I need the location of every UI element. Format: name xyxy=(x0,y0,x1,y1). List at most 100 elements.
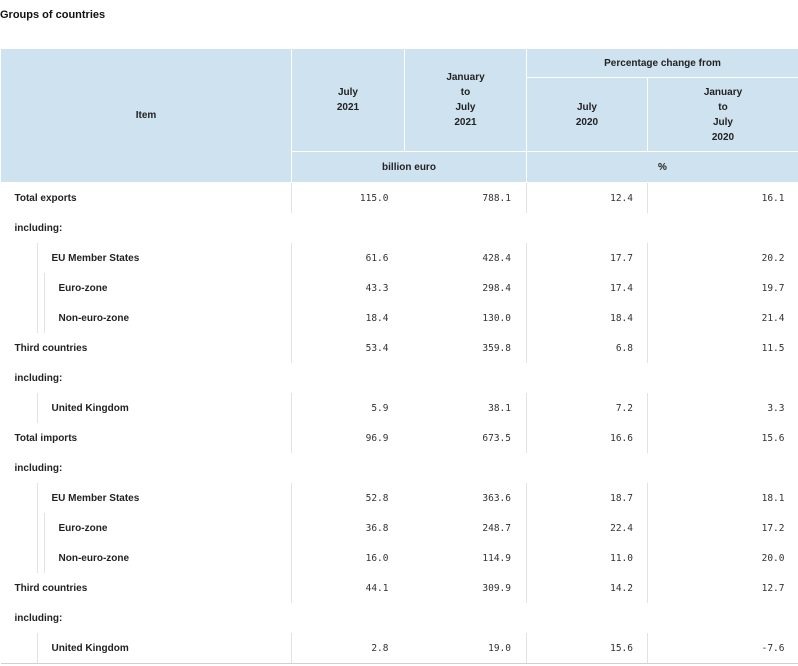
header-july-2020: July 2020 xyxy=(526,77,648,152)
header-jan-jul-2020: January to July 2020 xyxy=(647,77,798,152)
change-jan-jul-2020: 3.3 xyxy=(647,393,798,423)
value-jan-jul-2021: 428.4 xyxy=(482,252,511,264)
change-jan-jul-2020 xyxy=(648,363,798,393)
change-july-2020: 11.0 xyxy=(526,543,648,573)
value-july-2021: 115.0 xyxy=(291,182,405,213)
value-july-2021: 5.9 xyxy=(291,393,405,423)
change-jan-jul-2020: 15.6 xyxy=(647,423,798,453)
change-jan-jul-2020: 16.1 xyxy=(647,182,798,213)
change-july-2020 xyxy=(527,363,648,393)
value-july-2021 xyxy=(292,603,405,633)
value-july-2021: 61.6 xyxy=(291,243,405,273)
change-july-2020: 7.2 xyxy=(526,393,648,423)
row-label: Total exports xyxy=(14,192,77,204)
change-july-2020: 6.8 xyxy=(526,333,648,363)
value-jan-jul-2021: 359.8 xyxy=(482,342,511,354)
value-jan-jul-2021: 788.1 xyxy=(482,192,511,204)
trade-table: Item July 2021 January to July 2021 Percenta… xyxy=(0,48,798,664)
header-unit-billion: billion euro xyxy=(291,151,527,183)
value-jan-jul-2021: 114.9 xyxy=(482,552,511,564)
header-unit-percent: % xyxy=(526,151,798,183)
header-july-2021: July 2021 xyxy=(291,48,405,152)
change-jan-jul-2020 xyxy=(648,453,798,483)
row-label: Euro-zone xyxy=(0,273,292,303)
table-row: United Kingdom 5.9 38.1 7.2 3.3 xyxy=(0,393,798,423)
change-jan-jul-2020: 20.2 xyxy=(647,243,798,273)
change-jan-jul-2020: 11.5 xyxy=(647,333,798,363)
value-jan-jul-2021 xyxy=(405,363,527,393)
value-jan-jul-2021 xyxy=(405,603,527,633)
value-jan-jul-2021: 298.4 xyxy=(482,282,511,294)
row-label: including: xyxy=(14,222,63,234)
row-label: including: xyxy=(14,372,63,384)
change-jan-jul-2020: 20.0 xyxy=(647,543,798,573)
change-july-2020: 17.4 xyxy=(526,273,648,303)
value-jan-jul-2021: 673.5 xyxy=(482,432,511,444)
table-row: Non-euro-zone 18.4 130.0 18.4 21.4 xyxy=(0,303,798,333)
header-percentage-change: Percentage change from xyxy=(526,48,798,78)
table-row: Non-euro-zone 16.0 114.9 11.0 20.0 xyxy=(0,543,798,573)
header-item: Item xyxy=(0,48,292,183)
value-july-2021: 18.4 xyxy=(291,303,405,333)
value-july-2021: 96.9 xyxy=(291,423,405,453)
change-july-2020 xyxy=(527,603,648,633)
table-row: Third countries 53.4 359.8 6.8 11.5 xyxy=(1,333,798,363)
row-label: including: xyxy=(14,612,63,624)
value-jan-jul-2021: 38.1 xyxy=(488,402,511,414)
change-jan-jul-2020: 12.7 xyxy=(647,573,798,603)
row-label: Euro-zone xyxy=(0,513,292,543)
table-row: including: xyxy=(1,363,798,393)
change-jan-jul-2020: 18.1 xyxy=(647,483,798,513)
change-jan-jul-2020: 21.4 xyxy=(647,303,798,333)
row-label: Non-euro-zone xyxy=(0,543,292,573)
row-label: Total imports xyxy=(14,432,78,444)
table-header: Item July 2021 January to July 2021 Percenta… xyxy=(0,48,798,183)
row-label: EU Member States xyxy=(0,483,292,513)
value-jan-jul-2021 xyxy=(405,213,527,243)
row-label: United Kingdom xyxy=(0,393,292,423)
row-label: Third countries xyxy=(14,582,88,594)
change-jan-jul-2020 xyxy=(648,603,798,633)
change-july-2020 xyxy=(527,213,648,243)
table-caption: Groups of countries xyxy=(0,9,106,21)
table-row: including: xyxy=(1,213,798,243)
change-july-2020: 22.4 xyxy=(526,513,648,543)
value-july-2021: 16.0 xyxy=(291,543,405,573)
value-july-2021: 44.1 xyxy=(291,573,405,603)
table-row: including: xyxy=(1,453,798,483)
value-july-2021: 52.8 xyxy=(291,483,405,513)
table-row: Third countries 44.1 309.9 14.2 12.7 xyxy=(1,573,798,603)
table-body: Total exports 115.0 788.1 12.4 16.1 including… xyxy=(0,182,798,664)
change-july-2020: 12.4 xyxy=(526,182,648,213)
table-row: Total imports 96.9 673.5 16.6 15.6 xyxy=(1,423,798,453)
value-july-2021: 2.8 xyxy=(291,633,405,664)
change-jan-jul-2020: -7.6 xyxy=(647,633,798,664)
row-label: EU Member States xyxy=(0,243,292,273)
table-row: Total exports 115.0 788.1 12.4 16.1 xyxy=(1,182,798,213)
value-jan-jul-2021: 130.0 xyxy=(482,312,511,324)
value-july-2021: 53.4 xyxy=(291,333,405,363)
change-july-2020: 17.7 xyxy=(526,243,648,273)
value-july-2021: 43.3 xyxy=(291,273,405,303)
change-july-2020: 14.2 xyxy=(526,573,648,603)
change-july-2020: 18.4 xyxy=(526,303,648,333)
change-july-2020 xyxy=(527,453,648,483)
value-jan-jul-2021: 19.0 xyxy=(404,633,527,664)
value-jan-jul-2021: 309.9 xyxy=(482,582,511,594)
value-july-2021 xyxy=(292,453,405,483)
row-label: Non-euro-zone xyxy=(0,303,292,333)
row-label: including: xyxy=(14,462,63,474)
value-july-2021 xyxy=(292,213,405,243)
row-label: United Kingdom xyxy=(0,633,292,664)
row-label: Third countries xyxy=(14,342,88,354)
table-row: United Kingdom 2.8 19.0 15.6 -7.6 xyxy=(0,633,798,664)
change-july-2020: 16.6 xyxy=(526,423,648,453)
change-july-2020: 15.6 xyxy=(526,633,648,664)
value-jan-jul-2021: 248.7 xyxy=(482,522,511,534)
value-july-2021 xyxy=(292,363,405,393)
table-row: Euro-zone 43.3 298.4 17.4 19.7 xyxy=(0,273,798,303)
table-row: EU Member States 61.6 428.4 17.7 20.2 xyxy=(0,243,798,273)
change-jan-jul-2020: 19.7 xyxy=(647,273,798,303)
table-row: Euro-zone 36.8 248.7 22.4 17.2 xyxy=(0,513,798,543)
change-july-2020: 18.7 xyxy=(526,483,648,513)
